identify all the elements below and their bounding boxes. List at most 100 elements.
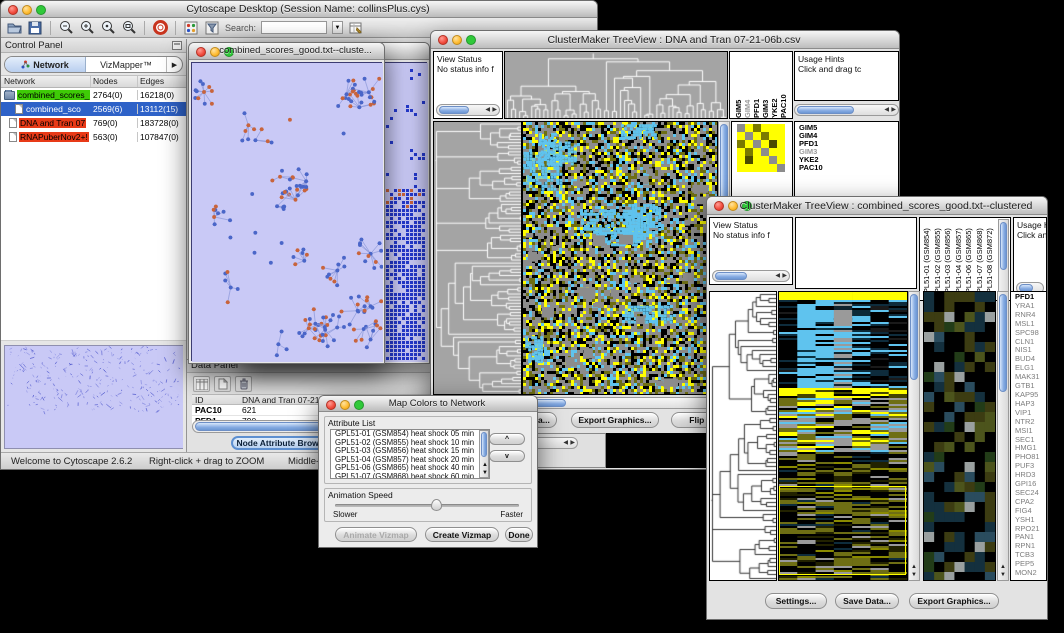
delete-attribute-trash-icon[interactable]: [235, 376, 252, 392]
close-button[interactable]: [438, 35, 448, 45]
column-dendrogram-panel[interactable]: [504, 51, 728, 119]
zoom-in-icon[interactable]: [79, 20, 95, 36]
col-edges[interactable]: Edges: [138, 76, 186, 87]
scroll-left-icon[interactable]: ◀: [884, 106, 889, 115]
attribute-list-scrollbar[interactable]: ▲ ▼: [479, 430, 489, 478]
network-name: RNAPuberNov2+!: [19, 132, 89, 142]
network-overview-thumbnail[interactable]: [4, 345, 183, 449]
move-up-button[interactable]: ^: [489, 433, 525, 445]
zoom-selected-icon[interactable]: [100, 20, 116, 36]
col-id[interactable]: ID: [192, 395, 238, 405]
col-network[interactable]: Network: [1, 76, 91, 87]
dialog-titlebar[interactable]: Map Colors to Network: [319, 396, 537, 412]
tab-network[interactable]: Network: [5, 57, 86, 72]
create-vizmap-button[interactable]: Create Vizmap: [425, 527, 499, 542]
scroll-down-icon[interactable]: ▼: [998, 571, 1008, 579]
vizmapper-icon[interactable]: [183, 20, 199, 36]
move-down-button[interactable]: v: [489, 450, 525, 462]
usage-hints-panel: Usage Hints Click and drag tc: [794, 51, 899, 101]
scroll-left-icon[interactable]: ◀: [563, 439, 568, 448]
scroll-up-icon[interactable]: ▲: [909, 563, 919, 571]
view-status-label: View Status: [437, 54, 499, 64]
done-button[interactable]: Done: [505, 527, 533, 542]
attribute-list-label: Attribute List: [328, 418, 375, 428]
edges-count: 16218(0): [138, 90, 186, 100]
heatmap-canvas: [779, 292, 907, 580]
network-row-combined-selected[interactable]: combined_sco 2569(6) 13112(15): [1, 102, 186, 116]
zoom-heatmap-canvas: [924, 292, 995, 580]
scroll-right-icon[interactable]: ▶: [891, 106, 896, 115]
zoom-out-icon[interactable]: [58, 20, 74, 36]
float-panel-icon[interactable]: [172, 41, 182, 50]
attribute-list[interactable]: GPL51-01 (GSM854) heat shock 05 minGPL51…: [330, 429, 490, 479]
desktop: Cytoscape Desktop (Session Name: collins…: [0, 0, 1064, 633]
view-status-scrollbar[interactable]: ◀ ▶: [712, 270, 790, 282]
save-icon[interactable]: [27, 20, 43, 36]
column-dendrogram-panel[interactable]: [795, 217, 917, 289]
zoom-fit-icon[interactable]: [121, 20, 137, 36]
scroll-right-icon[interactable]: ▶: [492, 106, 497, 115]
scroll-right-icon[interactable]: ▶: [570, 439, 575, 448]
scroll-up-icon[interactable]: ▲: [480, 461, 488, 469]
network-row-dna-tran[interactable]: DNA and Tran 07 769(0) 183728(0): [1, 116, 186, 130]
scroll-right-icon[interactable]: ▶: [782, 272, 787, 281]
network-graph-view[interactable]: [191, 62, 382, 361]
new-attribute-icon[interactable]: [214, 376, 231, 392]
close-button[interactable]: [8, 5, 18, 15]
zoom-heatmap-panel[interactable]: [923, 291, 996, 581]
close-button[interactable]: [326, 400, 336, 410]
network-window-titlebar[interactable]: combined_scores_good.txt--cluste...: [189, 43, 384, 60]
nodes-count: 2569(6): [91, 104, 138, 114]
heatmap-vscrollbar[interactable]: ▲ ▼: [908, 291, 920, 581]
control-panel-title: Control Panel: [5, 40, 63, 51]
export-graphics-button[interactable]: Export Graphics...: [909, 593, 999, 609]
close-button[interactable]: [714, 201, 724, 211]
scroll-left-icon[interactable]: ◀: [775, 272, 780, 281]
close-button[interactable]: [196, 47, 206, 57]
zoom-vscrollbar[interactable]: ▲ ▼: [997, 291, 1009, 581]
attribute-browser-icon[interactable]: [348, 20, 364, 36]
view-status-message: No status info f: [437, 64, 499, 74]
row-dendrogram-canvas: [434, 122, 521, 394]
hints-scrollbar[interactable]: ◀ ▶: [794, 104, 899, 116]
view-status-panel: View Status No status info f ◀ ▶: [709, 217, 793, 285]
column-label-list: GIM5GIM4PFD1GIM3YKE2PAC10: [734, 54, 788, 118]
scroll-up-icon[interactable]: ▲: [998, 563, 1008, 571]
row-dendrogram-panel[interactable]: [709, 291, 777, 581]
help-lifesaver-icon[interactable]: [152, 20, 168, 36]
network-row-combined-scores[interactable]: combined_scores_ 2764(0) 16218(0): [1, 88, 186, 102]
treeview1-titlebar[interactable]: ClusterMaker TreeView : DNA and Tran 07-…: [431, 31, 899, 49]
search-input[interactable]: [261, 21, 327, 34]
col-nodes[interactable]: Nodes: [91, 76, 138, 87]
gene-list-panel[interactable]: PFD1YRA1RNR4MSL1SPC98CLN1NIS1BUD4ELG1MAK…: [1010, 291, 1047, 581]
view-status-message: No status info f: [713, 230, 789, 240]
export-graphics-button[interactable]: Export Graphics...: [571, 412, 659, 428]
network-name: combined_sco: [25, 104, 82, 114]
treeview2-titlebar[interactable]: ClusterMaker TreeView : combined_scores_…: [707, 197, 1047, 215]
search-dropdown-icon[interactable]: ▼: [332, 21, 343, 34]
row-dendrogram-panel[interactable]: [433, 121, 522, 395]
slider-thumb[interactable]: [431, 499, 442, 511]
scroll-left-icon[interactable]: ◀: [485, 106, 490, 115]
animation-speed-group: Animation Speed Slower Faster: [324, 488, 532, 522]
speed-slider[interactable]: [335, 504, 519, 507]
tab-vizmapper[interactable]: VizMapper™: [86, 57, 167, 72]
usage-hints-label: Usage Hints: [1017, 220, 1043, 230]
open-file-icon[interactable]: [6, 20, 22, 36]
network-row-rnapuber[interactable]: RNAPuberNov2+! 563(0) 107847(0): [1, 130, 186, 144]
main-titlebar[interactable]: Cytoscape Desktop (Session Name: collins…: [1, 1, 597, 18]
select-attributes-icon[interactable]: [193, 376, 210, 392]
animate-vizmap-button[interactable]: Animate Vizmap: [335, 527, 417, 542]
heatmap-panel[interactable]: [522, 121, 718, 395]
filter-icon[interactable]: [204, 20, 220, 36]
treeview1-title: ClusterMaker TreeView : DNA and Tran 07-…: [457, 34, 891, 46]
heatmap-panel[interactable]: [778, 291, 908, 581]
settings-button[interactable]: Settings...: [765, 593, 827, 609]
scroll-down-icon[interactable]: ▼: [480, 469, 488, 477]
save-data-button[interactable]: Save Data...: [835, 593, 899, 609]
edges-count: 13112(15): [138, 104, 186, 114]
labels-vscrollbar[interactable]: [998, 219, 1009, 299]
tab-overflow-arrow[interactable]: ▶: [167, 57, 182, 72]
view-status-scrollbar[interactable]: ◀ ▶: [436, 104, 500, 116]
scroll-down-icon[interactable]: ▼: [909, 571, 919, 579]
